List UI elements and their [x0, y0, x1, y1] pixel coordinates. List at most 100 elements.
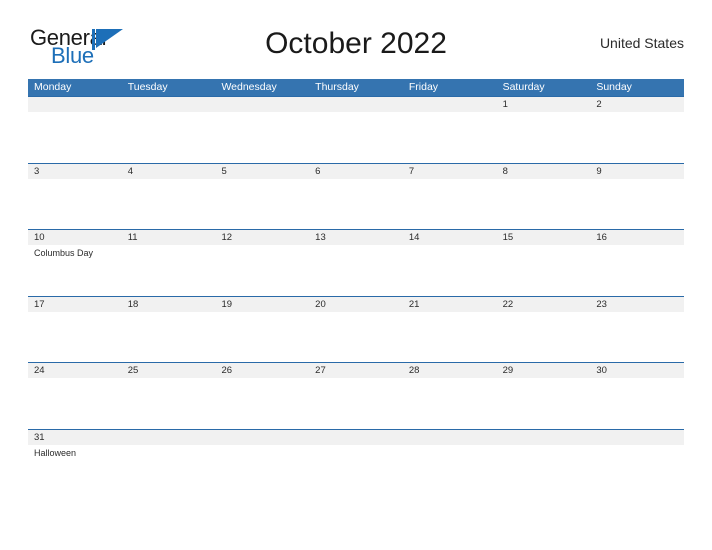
day-event: [122, 245, 216, 295]
week-row: 17 18 19 20 21 22 23: [28, 295, 684, 363]
date-number[interactable]: [309, 430, 403, 445]
date-number[interactable]: 4: [122, 164, 216, 179]
day-event: [590, 112, 684, 162]
date-number[interactable]: 30: [590, 363, 684, 378]
date-number[interactable]: [28, 97, 122, 112]
day-event: [590, 312, 684, 362]
day-event: [497, 179, 591, 229]
date-number[interactable]: 2: [590, 97, 684, 112]
date-number[interactable]: [497, 430, 591, 445]
day-event: [122, 179, 216, 229]
day-event: [309, 179, 403, 229]
day-event: [497, 312, 591, 362]
date-number[interactable]: 17: [28, 297, 122, 312]
date-number[interactable]: 9: [590, 164, 684, 179]
day-event: [215, 378, 309, 428]
week-row: 10 11 12 13 14 15 16 Columbus Day: [28, 229, 684, 296]
calendar-grid: Monday Tuesday Wednesday Thursday Friday…: [28, 79, 684, 495]
date-number[interactable]: [122, 430, 216, 445]
weekday-monday: Monday: [34, 81, 72, 93]
date-number[interactable]: 19: [215, 297, 309, 312]
day-event: [28, 179, 122, 229]
region-label: United States: [599, 35, 684, 51]
date-number[interactable]: 15: [497, 230, 591, 245]
day-event: [403, 245, 497, 295]
week-date-band: 10 11 12 13 14 15 16: [28, 230, 684, 245]
date-number[interactable]: 26: [215, 363, 309, 378]
date-number[interactable]: [590, 430, 684, 445]
day-event: [309, 378, 403, 428]
date-number[interactable]: 11: [122, 230, 216, 245]
weekday-tuesday: Tuesday: [127, 81, 168, 93]
date-number[interactable]: [309, 97, 403, 112]
weekday-thursday: Thursday: [315, 81, 359, 93]
date-number[interactable]: [215, 430, 309, 445]
day-event: [309, 445, 403, 495]
date-number[interactable]: 14: [403, 230, 497, 245]
weekday-friday: Friday: [408, 81, 439, 93]
day-event: [215, 112, 309, 162]
day-event: [590, 445, 684, 495]
date-number[interactable]: 18: [122, 297, 216, 312]
week-date-band: 31: [28, 429, 684, 445]
date-number[interactable]: 28: [403, 363, 497, 378]
week-event-band: Columbus Day: [28, 245, 684, 295]
page-title: October 2022: [265, 27, 447, 60]
weekday-saturday: Saturday: [502, 81, 545, 93]
date-number[interactable]: 7: [403, 164, 497, 179]
week-event-band: Halloween: [28, 444, 684, 495]
page-header: General Blue October 2022 United States: [28, 22, 684, 72]
day-event: [28, 112, 122, 162]
date-number[interactable]: 16: [590, 230, 684, 245]
day-event: [215, 245, 309, 295]
date-number[interactable]: 27: [309, 363, 403, 378]
date-number[interactable]: 13: [309, 230, 403, 245]
day-event: [28, 378, 122, 428]
date-number[interactable]: 31: [28, 430, 122, 445]
day-event: [122, 312, 216, 362]
day-event: [403, 445, 497, 495]
week-date-band: 24 25 26 27 28 29 30: [28, 363, 684, 378]
week-date-band: 17 18 19 20 21 22 23: [28, 296, 684, 312]
calendar-page: General Blue October 2022 United States …: [0, 0, 712, 550]
day-event: [403, 378, 497, 428]
day-event: [497, 245, 591, 295]
date-number[interactable]: 23: [590, 297, 684, 312]
date-number[interactable]: 3: [28, 164, 122, 179]
date-number[interactable]: 10: [28, 230, 122, 245]
date-number[interactable]: 1: [497, 97, 591, 112]
day-event: [122, 445, 216, 495]
day-event: Columbus Day: [34, 248, 94, 258]
week-date-band: 1 2: [28, 97, 684, 112]
day-event: [122, 112, 216, 162]
day-event: [497, 378, 591, 428]
day-event: [497, 112, 591, 162]
date-number[interactable]: 5: [215, 164, 309, 179]
day-event: Halloween: [34, 447, 77, 458]
date-number[interactable]: [403, 97, 497, 112]
date-number[interactable]: [122, 97, 216, 112]
date-number[interactable]: 21: [403, 297, 497, 312]
date-number[interactable]: 25: [122, 363, 216, 378]
weekday-wednesday: Wednesday: [221, 81, 277, 93]
date-number[interactable]: 22: [497, 297, 591, 312]
date-number[interactable]: 6: [309, 164, 403, 179]
weekday-header-row: Monday Tuesday Wednesday Thursday Friday…: [28, 79, 684, 96]
date-number[interactable]: 29: [497, 363, 591, 378]
date-number[interactable]: 24: [28, 363, 122, 378]
day-event: [497, 445, 591, 495]
week-event-band: [28, 112, 684, 162]
week-row: 1 2: [28, 96, 684, 163]
date-number[interactable]: 12: [215, 230, 309, 245]
date-number[interactable]: [215, 97, 309, 112]
day-event: [215, 445, 309, 495]
week-row: 24 25 26 27 28 29 30: [28, 362, 684, 429]
date-number[interactable]: [403, 430, 497, 445]
date-number[interactable]: 8: [497, 164, 591, 179]
date-number[interactable]: 20: [309, 297, 403, 312]
day-event: [403, 312, 497, 362]
day-event: [403, 179, 497, 229]
week-event-band: [28, 311, 684, 362]
day-event: [590, 179, 684, 229]
day-event: [122, 378, 216, 428]
